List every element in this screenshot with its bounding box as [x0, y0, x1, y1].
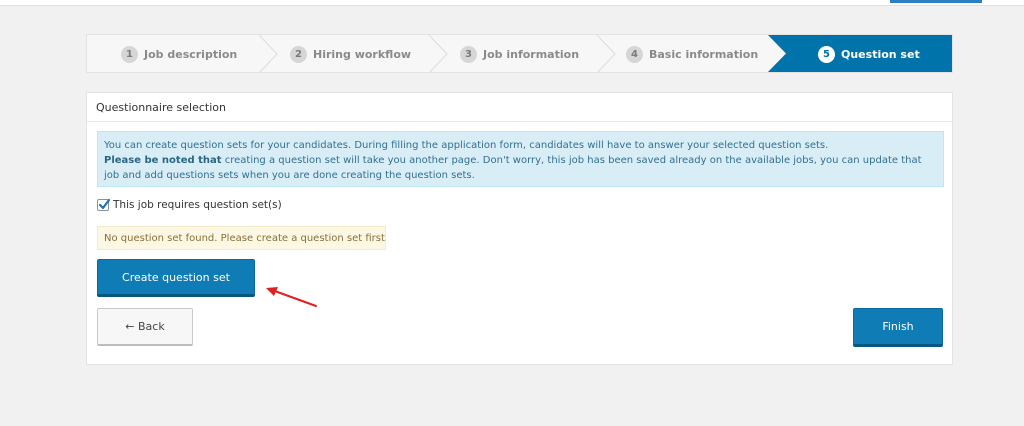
step-label: Job description: [144, 47, 238, 61]
checkbox-label[interactable]: This job requires question set(s): [113, 199, 282, 211]
step-separator-icon: [428, 35, 448, 72]
step-basic-information[interactable]: 4 Basic information: [626, 35, 759, 72]
no-question-set-warning: No question set found. Please create a q…: [97, 226, 386, 250]
step-job-description[interactable]: 1 Job description: [121, 35, 238, 72]
step-number: 1: [121, 45, 138, 63]
info-bold-text: Please be noted that: [104, 155, 222, 166]
step-number: 3: [460, 45, 477, 63]
step-label: Hiring workflow: [313, 47, 412, 61]
info-text-rest: creating a question set will take you an…: [104, 155, 922, 181]
step-hiring-workflow[interactable]: 2 Hiring workflow: [290, 35, 412, 72]
info-text-line2: Please be noted that creating a question…: [104, 153, 937, 183]
back-button[interactable]: ← Back: [97, 308, 193, 346]
info-notice: You can create question sets for your ca…: [97, 131, 944, 187]
checkmark-icon: [98, 198, 111, 210]
step-number: 2: [290, 45, 307, 63]
step-number: 5: [818, 45, 835, 63]
step-label: Question set: [841, 47, 920, 61]
info-text-line1: You can create question sets for your ca…: [104, 140, 829, 151]
step-separator-icon: [596, 35, 616, 72]
finish-button[interactable]: Finish: [853, 308, 943, 347]
step-number: 4: [626, 45, 643, 63]
admin-top-bar: [0, 0, 1024, 6]
step-label: Basic information: [649, 47, 759, 61]
create-question-set-button[interactable]: Create question set: [97, 259, 255, 297]
wizard-stepper: 1 Job description 2 Hiring workflow 3 Jo…: [86, 34, 953, 73]
top-tab-indicator: [890, 0, 982, 3]
panel-title: Questionnaire selection: [87, 93, 952, 122]
step-question-set[interactable]: 5 Question set: [818, 35, 920, 72]
step-separator-icon: [258, 35, 278, 72]
question-set-required-checkbox[interactable]: [97, 198, 111, 211]
step-job-information[interactable]: 3 Job information: [460, 35, 580, 72]
questionnaire-panel: Questionnaire selection You can create q…: [86, 92, 953, 365]
question-set-required-row: This job requires question set(s): [97, 198, 282, 211]
annotation-arrow-icon: [266, 287, 317, 307]
step-label: Job information: [483, 47, 580, 61]
